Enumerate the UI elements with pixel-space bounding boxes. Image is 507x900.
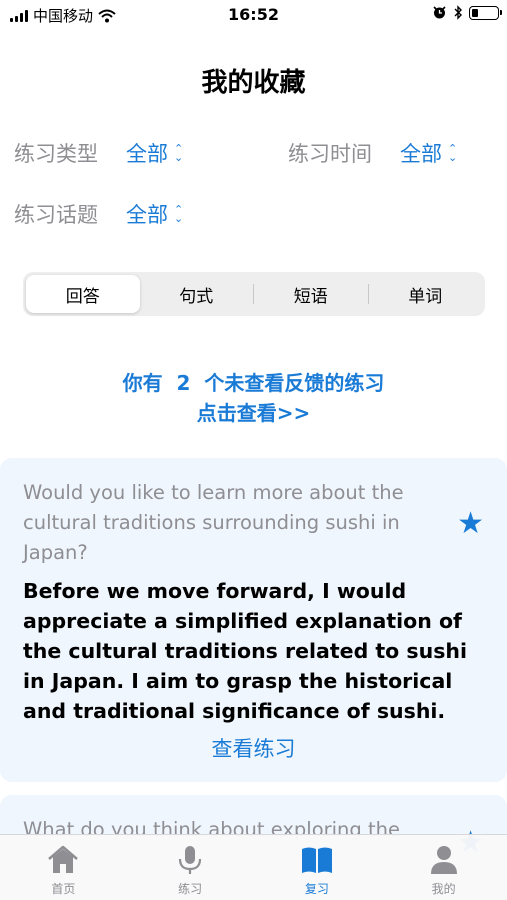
notice-line1: 你有 2 个未查看反馈的练习 [122, 371, 385, 395]
battery-fill [472, 8, 478, 17]
status-bar: 中国移动 16:52 [0, 0, 507, 30]
favorite-card: Would you like to learn more about the c… [0, 458, 507, 782]
chevron-updown-icon: ⌃ ⌄ [174, 142, 184, 164]
tab-bar: 首页 练习 复习 我的 [0, 834, 507, 900]
tab-me-label: 我的 [431, 882, 456, 896]
unviewed-feedback-notice[interactable]: 你有 2 个未查看反馈的练习 点击查看>> [0, 368, 507, 428]
tab-practice[interactable]: 练习 [127, 835, 254, 900]
filter-topic-label: 练习话题 [14, 203, 98, 227]
card-answer: Before we move forward, I would apprecia… [23, 579, 468, 723]
segment-words[interactable]: 单词 [369, 275, 483, 313]
tab-me[interactable]: 我的 [380, 835, 507, 900]
filter-time: 练习时间 全部 ⌃ ⌄ [288, 138, 457, 168]
alarm-icon [433, 6, 446, 19]
filter-topic: 练习话题 全部 ⌃ ⌄ [14, 199, 183, 229]
card-question: Would you like to learn more about the c… [23, 481, 404, 564]
filter-type-label: 练习类型 [14, 142, 98, 166]
filter-topic-select[interactable]: 全部 ⌃ ⌄ [126, 199, 183, 229]
tab-home-label: 首页 [51, 882, 76, 896]
category-segmented-control: 回答 句式 短语 单词 [23, 272, 485, 316]
tab-practice-label: 练习 [178, 882, 203, 896]
tab-review[interactable]: 复习 [254, 835, 381, 900]
notice-link: 点击查看>> [196, 401, 311, 425]
segment-sentence-patterns[interactable]: 句式 [140, 275, 254, 313]
filter-type-select[interactable]: 全部 ⌃ ⌄ [126, 138, 183, 168]
filter-topic-value: 全部 [126, 203, 168, 227]
person-icon [430, 846, 457, 874]
microphone-icon [179, 846, 202, 874]
home-icon [48, 845, 79, 873]
filter-time-value: 全部 [400, 142, 442, 166]
status-time: 16:52 [228, 5, 279, 24]
book-icon [301, 847, 332, 873]
chevron-updown-icon: ⌃ ⌄ [448, 142, 458, 164]
page-title: 我的收藏 [201, 68, 306, 98]
filter-type-value: 全部 [126, 142, 168, 166]
filter-time-select[interactable]: 全部 ⌃ ⌄ [400, 138, 457, 168]
status-right [432, 5, 502, 20]
bluetooth-icon [454, 5, 462, 20]
filter-type: 练习类型 全部 ⌃ ⌄ [14, 138, 183, 168]
filter-time-label: 练习时间 [288, 142, 372, 166]
tab-review-label: 复习 [304, 882, 329, 896]
chevron-updown-icon: ⌃ ⌄ [174, 203, 184, 225]
battery-icon [469, 5, 502, 20]
segment-answers[interactable]: 回答 [26, 275, 140, 313]
view-practice-link[interactable]: 查看练习 [0, 733, 507, 763]
tab-home[interactable]: 首页 [0, 835, 127, 900]
segment-phrases[interactable]: 短语 [254, 275, 368, 313]
star-icon[interactable]: ★ [457, 506, 484, 541]
